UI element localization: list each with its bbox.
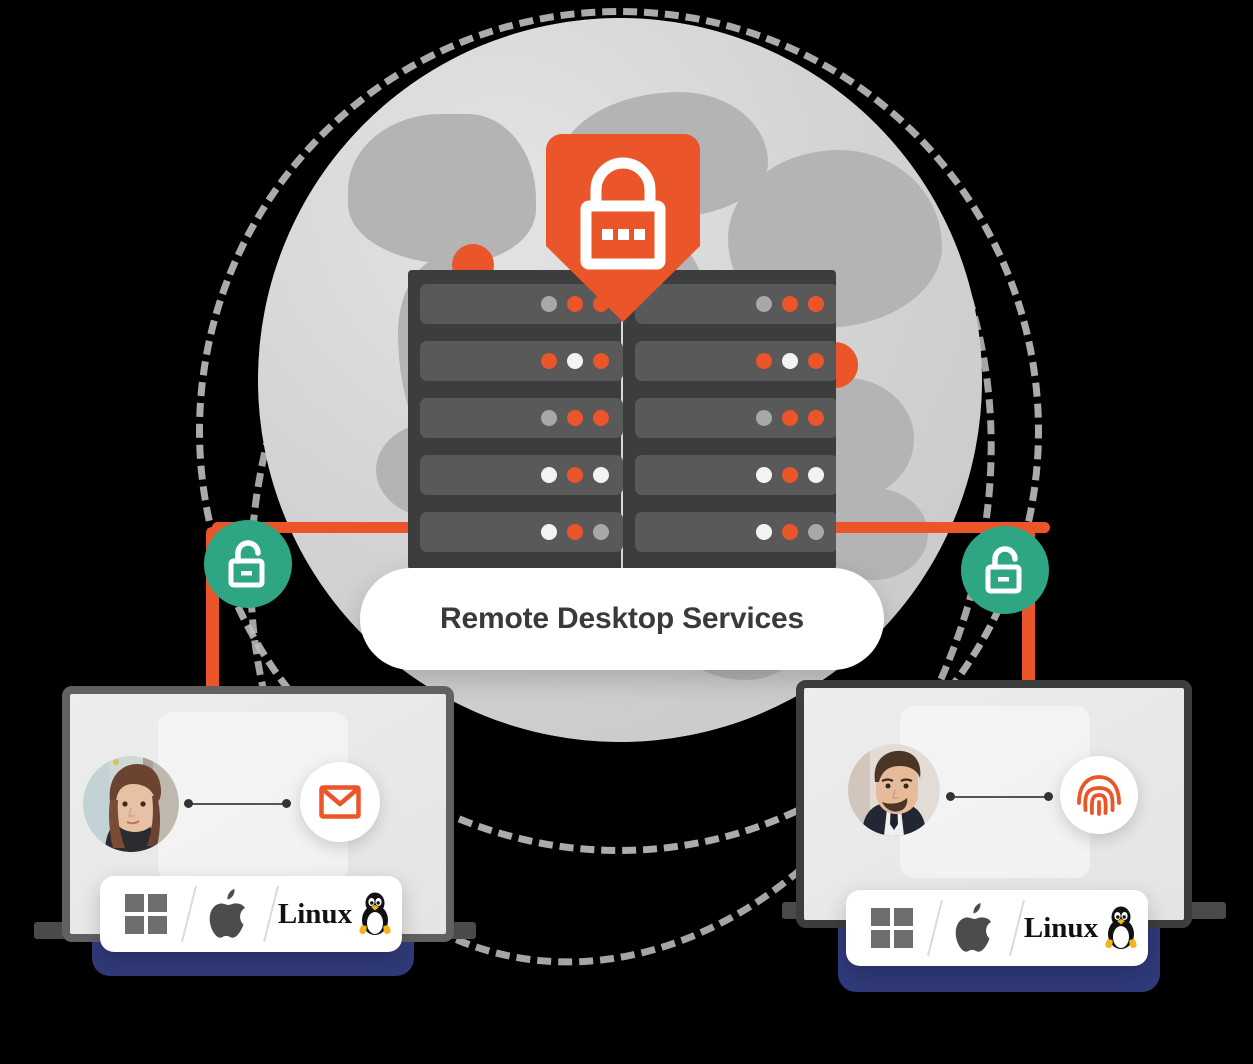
rack-leds: [541, 524, 609, 540]
rack-leds: [541, 353, 609, 369]
email-auth-icon-circle[interactable]: [300, 762, 380, 842]
linux-label: Linux: [277, 897, 353, 930]
rack-leds: [756, 353, 824, 369]
rack-slot: [635, 512, 836, 552]
remote-desktop-services-pill: Remote Desktop Services: [360, 568, 884, 670]
fingerprint-auth-icon-circle[interactable]: [1060, 756, 1138, 834]
rack-slot: [420, 398, 623, 438]
avatar-woman: [83, 756, 179, 852]
rack-slot: [420, 341, 623, 381]
email-icon: [319, 785, 361, 819]
apple-icon: [190, 889, 270, 939]
unlock-badge-left[interactable]: [204, 520, 292, 608]
linux-badge: Linux: [1018, 906, 1144, 950]
linux-badge: Linux: [272, 892, 398, 936]
os-bar-left: Linux: [100, 876, 402, 952]
connection-line: [188, 803, 286, 805]
apple-icon: [936, 903, 1016, 953]
rack-slot: [420, 512, 623, 552]
continent-shape: [348, 114, 536, 264]
illustration-canvas: Remote Desktop Services Linux Linux: [0, 0, 1253, 1064]
rack-slot: [635, 455, 836, 495]
connection-line: [950, 796, 1048, 798]
laptop-right-screen: [804, 688, 1184, 920]
windows-icon: [104, 894, 188, 934]
windows-icon: [850, 908, 934, 948]
connection-endpoint-dot: [1044, 792, 1053, 801]
connection-endpoint-dot: [184, 799, 193, 808]
rack-leds: [756, 410, 824, 426]
avatar-man: [848, 744, 940, 836]
connection-endpoint-dot: [946, 792, 955, 801]
open-padlock-icon: [228, 540, 265, 588]
linux-label: Linux: [1023, 911, 1099, 944]
linux-tux-icon: [1105, 906, 1137, 949]
linux-tux-icon: [359, 892, 391, 935]
rack-leds: [541, 467, 609, 483]
unlock-badge-right[interactable]: [961, 526, 1049, 614]
rack-leds: [541, 410, 609, 426]
shield-icon: [546, 134, 700, 322]
open-padlock-icon: [985, 546, 1022, 594]
rack-leds: [756, 296, 824, 312]
connection-endpoint-dot: [282, 799, 291, 808]
rack-leds: [756, 524, 824, 540]
page-title: Remote Desktop Services: [440, 602, 804, 635]
rack-slot: [635, 341, 836, 381]
fingerprint-icon: [1077, 775, 1121, 816]
rack-slot: [420, 455, 623, 495]
rack-slot: [635, 398, 836, 438]
os-bar-right: Linux: [846, 890, 1148, 966]
rack-leds: [756, 467, 824, 483]
